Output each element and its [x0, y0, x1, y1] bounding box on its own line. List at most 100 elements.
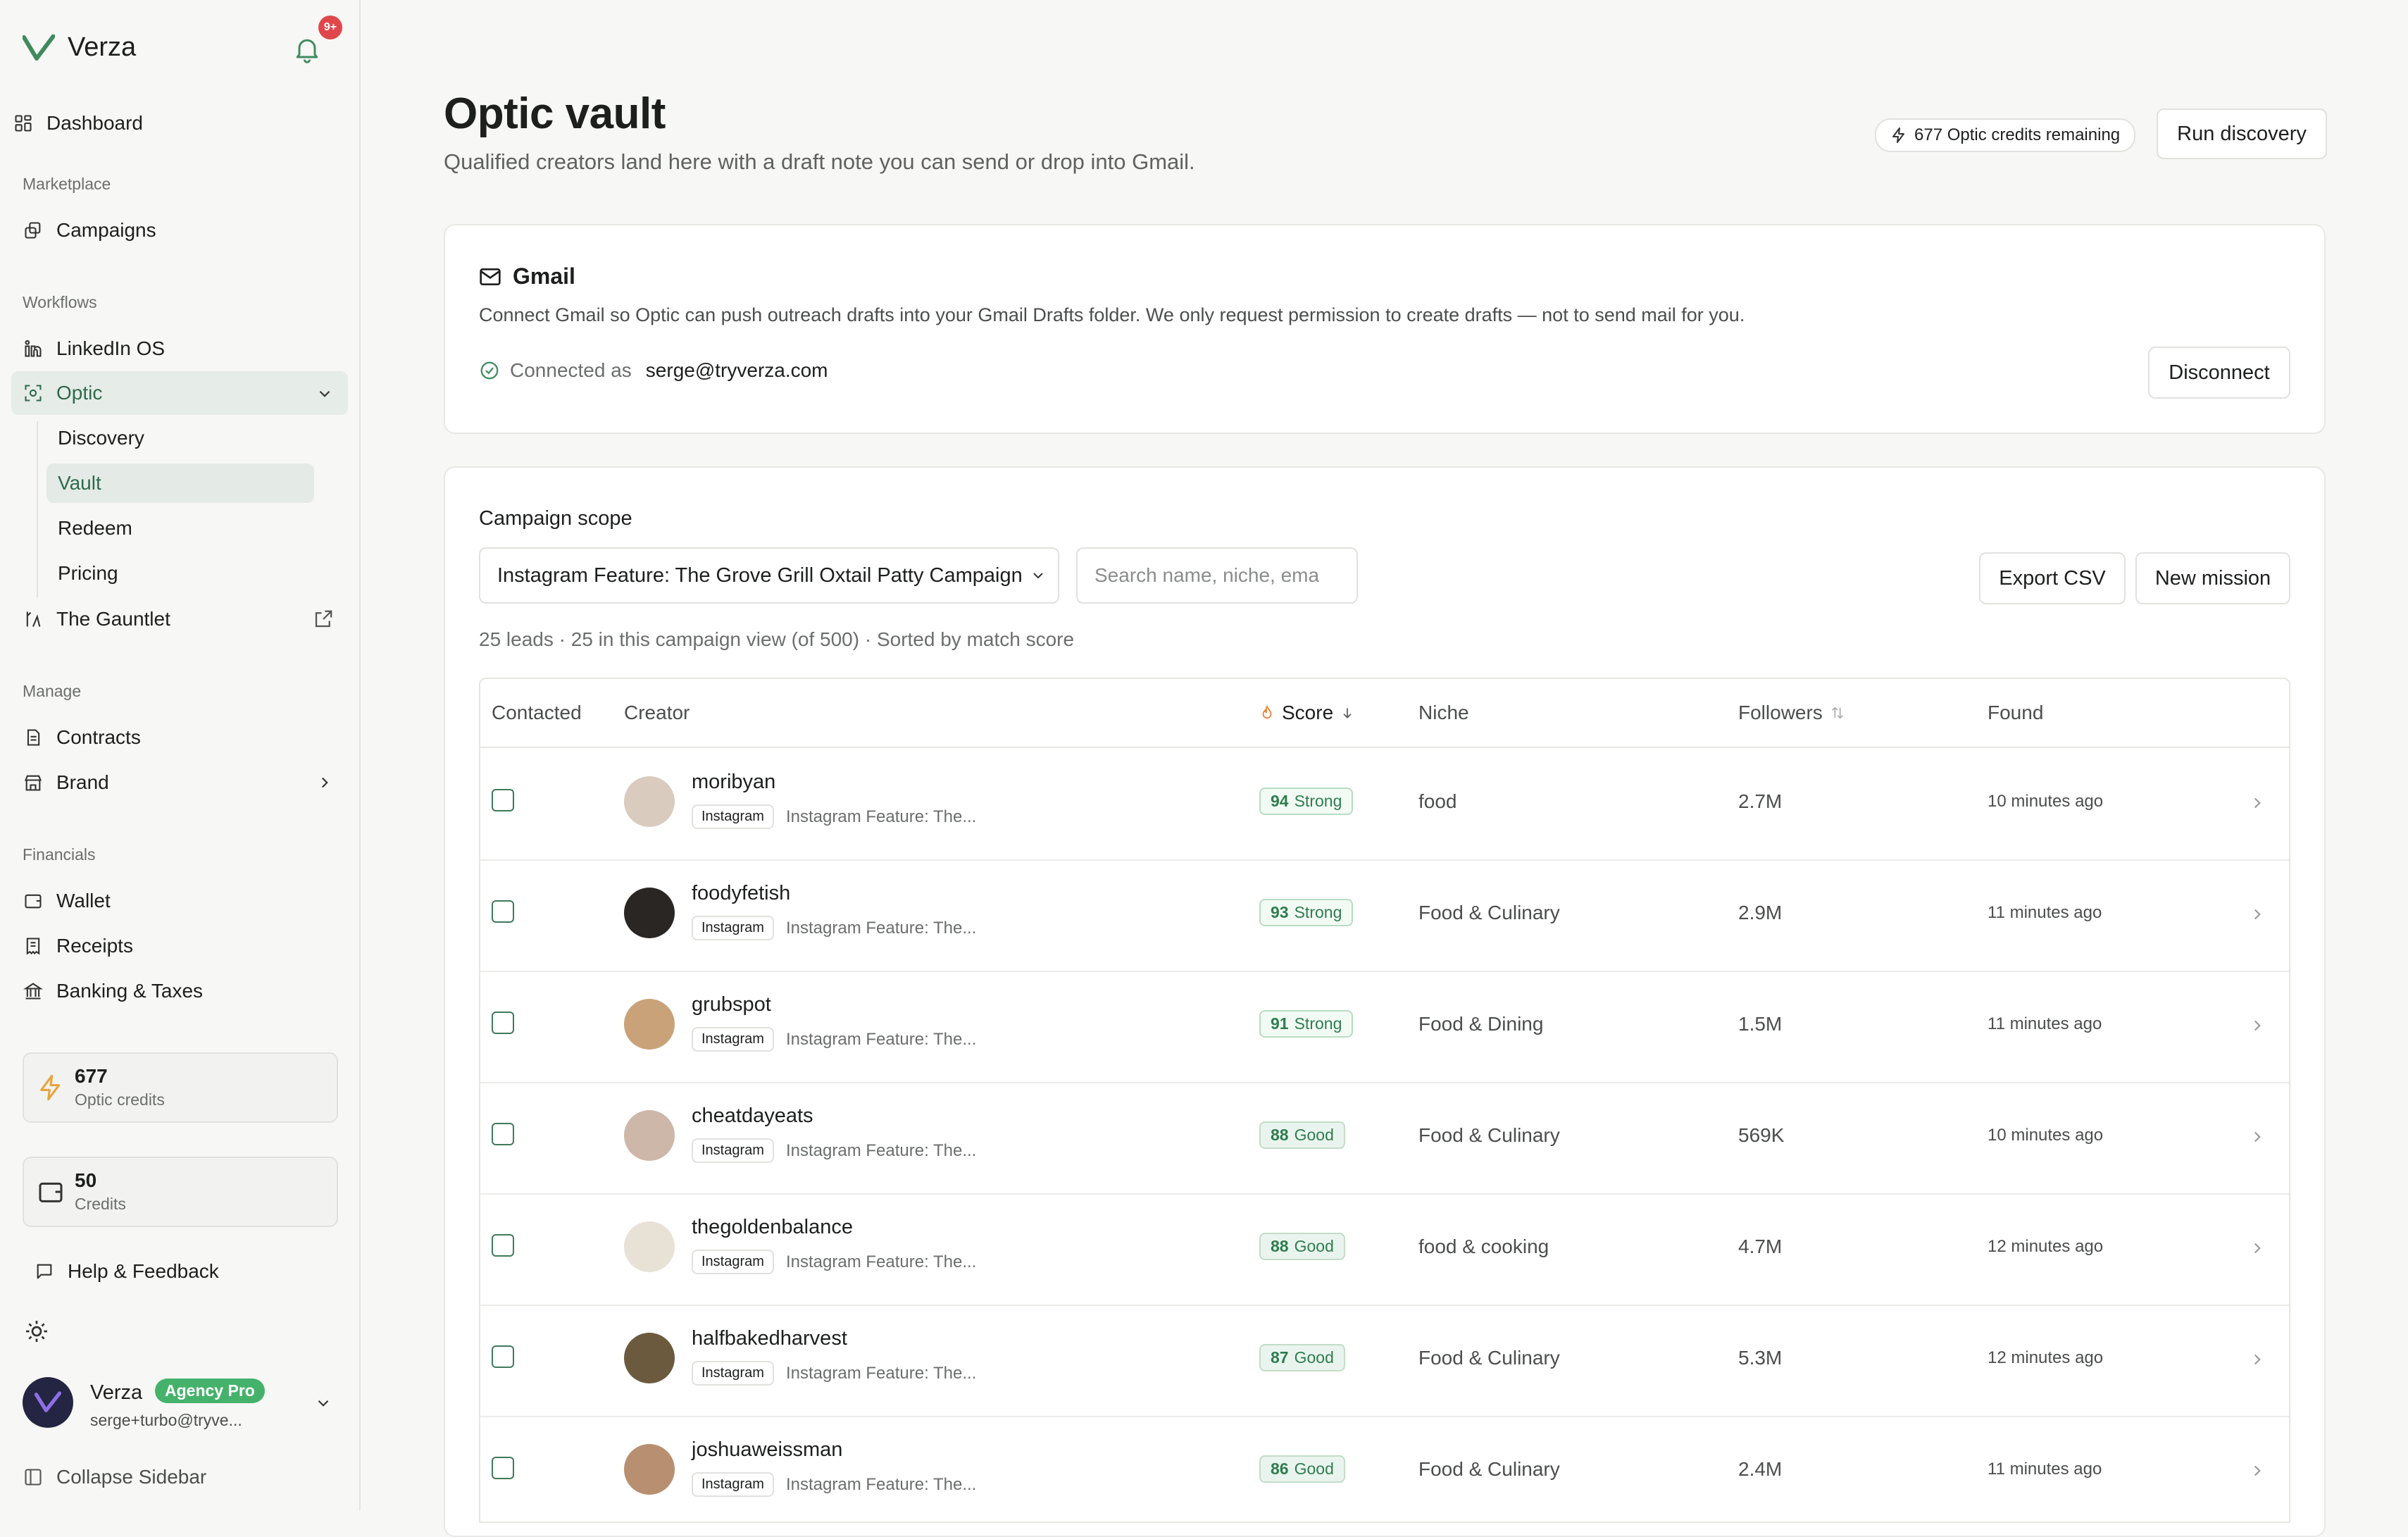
sidebar-item-linkedin[interactable]: LinkedIn OS: [23, 327, 165, 371]
score-value: 87: [1271, 1348, 1289, 1367]
sidebar-subitem-vault[interactable]: Vault: [58, 472, 101, 494]
plan-badge: Agency Pro: [155, 1379, 265, 1403]
bell-icon[interactable]: [292, 34, 323, 65]
export-csv-button[interactable]: Export CSV: [1979, 552, 2126, 604]
search-input[interactable]: [1076, 547, 1358, 604]
chevron-right-icon[interactable]: [2248, 1350, 2266, 1369]
section-label-workflows: Workflows: [23, 293, 97, 311]
platform-badge: Instagram: [692, 804, 774, 829]
section-label-manage: Manage: [23, 682, 82, 700]
sidebar-item-dashboard[interactable]: Dashboard: [13, 101, 143, 145]
creator-handle[interactable]: grubspot: [692, 993, 771, 1016]
credits-box[interactable]: 50 Credits: [23, 1157, 338, 1227]
chevron-down-icon[interactable]: [314, 1394, 332, 1412]
creator-handle[interactable]: cheatdayeats: [692, 1104, 813, 1128]
creator-avatar: [624, 999, 675, 1050]
score-badge: 88 Good: [1259, 1233, 1345, 1260]
table-row[interactable]: cheatdayeats Instagram Instagram Feature: …: [480, 1082, 2289, 1195]
score-rating: Good: [1294, 1237, 1334, 1255]
creator-handle[interactable]: joshuaweissman: [692, 1438, 842, 1462]
sidebar-item-wallet[interactable]: Wallet: [23, 879, 111, 923]
leads-info: 25 leads · 25 in this campaign view (of …: [479, 628, 1075, 650]
column-header-followers[interactable]: Followers: [1738, 702, 1845, 724]
score-value: 88: [1271, 1126, 1289, 1144]
brand[interactable]: Verza: [23, 32, 136, 63]
column-header-followers-label: Followers: [1738, 702, 1823, 723]
chevron-right-icon[interactable]: [2248, 1238, 2266, 1258]
score-value: 86: [1271, 1460, 1289, 1478]
table-row[interactable]: halfbakedharvest Instagram Instagram Featu…: [480, 1305, 2289, 1417]
sidebar-item-label: Banking & Taxes: [56, 980, 204, 1002]
sidebar-item-contracts[interactable]: Contracts: [23, 716, 141, 759]
chevron-right-icon[interactable]: [2248, 1016, 2266, 1035]
bank-icon: [23, 981, 44, 1002]
creator-handle[interactable]: thegoldenbalance: [692, 1216, 853, 1239]
sidebar-subitem-redeem[interactable]: Redeem: [58, 517, 132, 540]
sidebar-item-optic[interactable]: Optic: [23, 371, 102, 415]
avatar: [23, 1377, 73, 1428]
sun-icon[interactable]: [24, 1319, 49, 1344]
creator-avatar: [624, 1110, 675, 1161]
creator-campaign: Instagram Feature: The...: [786, 1475, 977, 1494]
sidebar-item-banking[interactable]: Banking & Taxes: [23, 969, 203, 1013]
score-value: 91: [1271, 1014, 1289, 1033]
linkedin-icon: [23, 338, 44, 359]
sidebar-item-gauntlet[interactable]: The Gauntlet: [23, 597, 170, 641]
column-header-found: Found: [1988, 702, 2044, 723]
sidebar-item-label: Help & Feedback: [68, 1260, 219, 1282]
creator-handle[interactable]: moribyan: [692, 771, 775, 794]
submenu-line: [37, 421, 38, 597]
contacted-checkbox[interactable]: [492, 900, 514, 923]
table-row[interactable]: joshuaweissman Instagram Instagram Feature…: [480, 1416, 2289, 1522]
gmail-card: [444, 224, 2326, 434]
niche-cell: food & cooking: [1418, 1236, 1549, 1257]
campaign-select[interactable]: Instagram Feature: The Grove Grill Oxtai…: [479, 547, 1059, 604]
gmail-title: Gmail: [479, 263, 575, 290]
chevron-right-icon[interactable]: [2248, 1127, 2266, 1147]
score-badge: 88 Good: [1259, 1121, 1345, 1149]
chevron-right-icon[interactable]: [2248, 1461, 2266, 1481]
followers-cell: 4.7M: [1738, 1236, 1783, 1257]
column-header-score[interactable]: Score: [1259, 702, 1354, 724]
table-row[interactable]: thegoldenbalance Instagram Instagram Featu…: [480, 1193, 2289, 1306]
table-row[interactable]: moribyan Instagram Instagram Feature: The.…: [480, 748, 2289, 861]
disconnect-button[interactable]: Disconnect: [2148, 347, 2290, 399]
niche-cell: Food & Culinary: [1418, 902, 1560, 923]
sidebar-item-receipts[interactable]: Receipts: [23, 924, 133, 968]
contacted-checkbox[interactable]: [492, 1012, 514, 1034]
chevron-right-icon[interactable]: [2248, 793, 2266, 813]
contacted-checkbox[interactable]: [492, 1123, 514, 1145]
creator-handle[interactable]: foodyfetish: [692, 882, 790, 905]
sidebar-collapse[interactable]: Collapse Sidebar: [23, 1455, 206, 1499]
chevron-down-icon[interactable]: [316, 385, 334, 403]
table-row[interactable]: foodyfetish Instagram Instagram Feature: T…: [480, 859, 2289, 972]
gauntlet-icon: [23, 609, 44, 630]
sidebar-item-label: Contracts: [56, 726, 141, 748]
sidebar-item-campaigns[interactable]: Campaigns: [23, 209, 156, 252]
sidebar-subitem-pricing[interactable]: Pricing: [58, 562, 118, 585]
external-link-icon[interactable]: [313, 609, 334, 630]
score-value: 93: [1271, 903, 1289, 921]
user-profile[interactable]: Verza Agency Pro serge+turbo@tryve...: [23, 1377, 347, 1433]
column-header-contacted: Contacted: [492, 702, 582, 723]
creator-campaign: Instagram Feature: The...: [786, 1364, 977, 1383]
chevron-right-icon[interactable]: [316, 773, 334, 792]
flame-icon: [1262, 704, 1272, 719]
sidebar-item-help[interactable]: Help & Feedback: [34, 1250, 219, 1293]
optic-credits-label: Optic credits: [75, 1090, 165, 1109]
contacted-checkbox[interactable]: [492, 789, 514, 811]
platform-badge: Instagram: [692, 1472, 774, 1497]
sidebar-subitem-discovery[interactable]: Discovery: [58, 427, 144, 449]
followers-cell: 569K: [1738, 1124, 1785, 1146]
optic-credits-box[interactable]: 677 Optic credits: [23, 1052, 338, 1123]
run-discovery-button[interactable]: Run discovery: [2157, 108, 2327, 159]
chevron-right-icon[interactable]: [2248, 904, 2266, 924]
new-mission-button[interactable]: New mission: [2135, 552, 2290, 604]
contacted-checkbox[interactable]: [492, 1234, 514, 1257]
creator-handle[interactable]: halfbakedharvest: [692, 1327, 847, 1350]
contacted-checkbox[interactable]: [492, 1345, 514, 1368]
table-row[interactable]: grubspot Instagram Instagram Feature: The.…: [480, 971, 2289, 1083]
contacted-checkbox[interactable]: [492, 1457, 514, 1479]
found-cell: 10 minutes ago: [1988, 792, 2104, 811]
sidebar-item-brand[interactable]: Brand: [23, 761, 109, 804]
